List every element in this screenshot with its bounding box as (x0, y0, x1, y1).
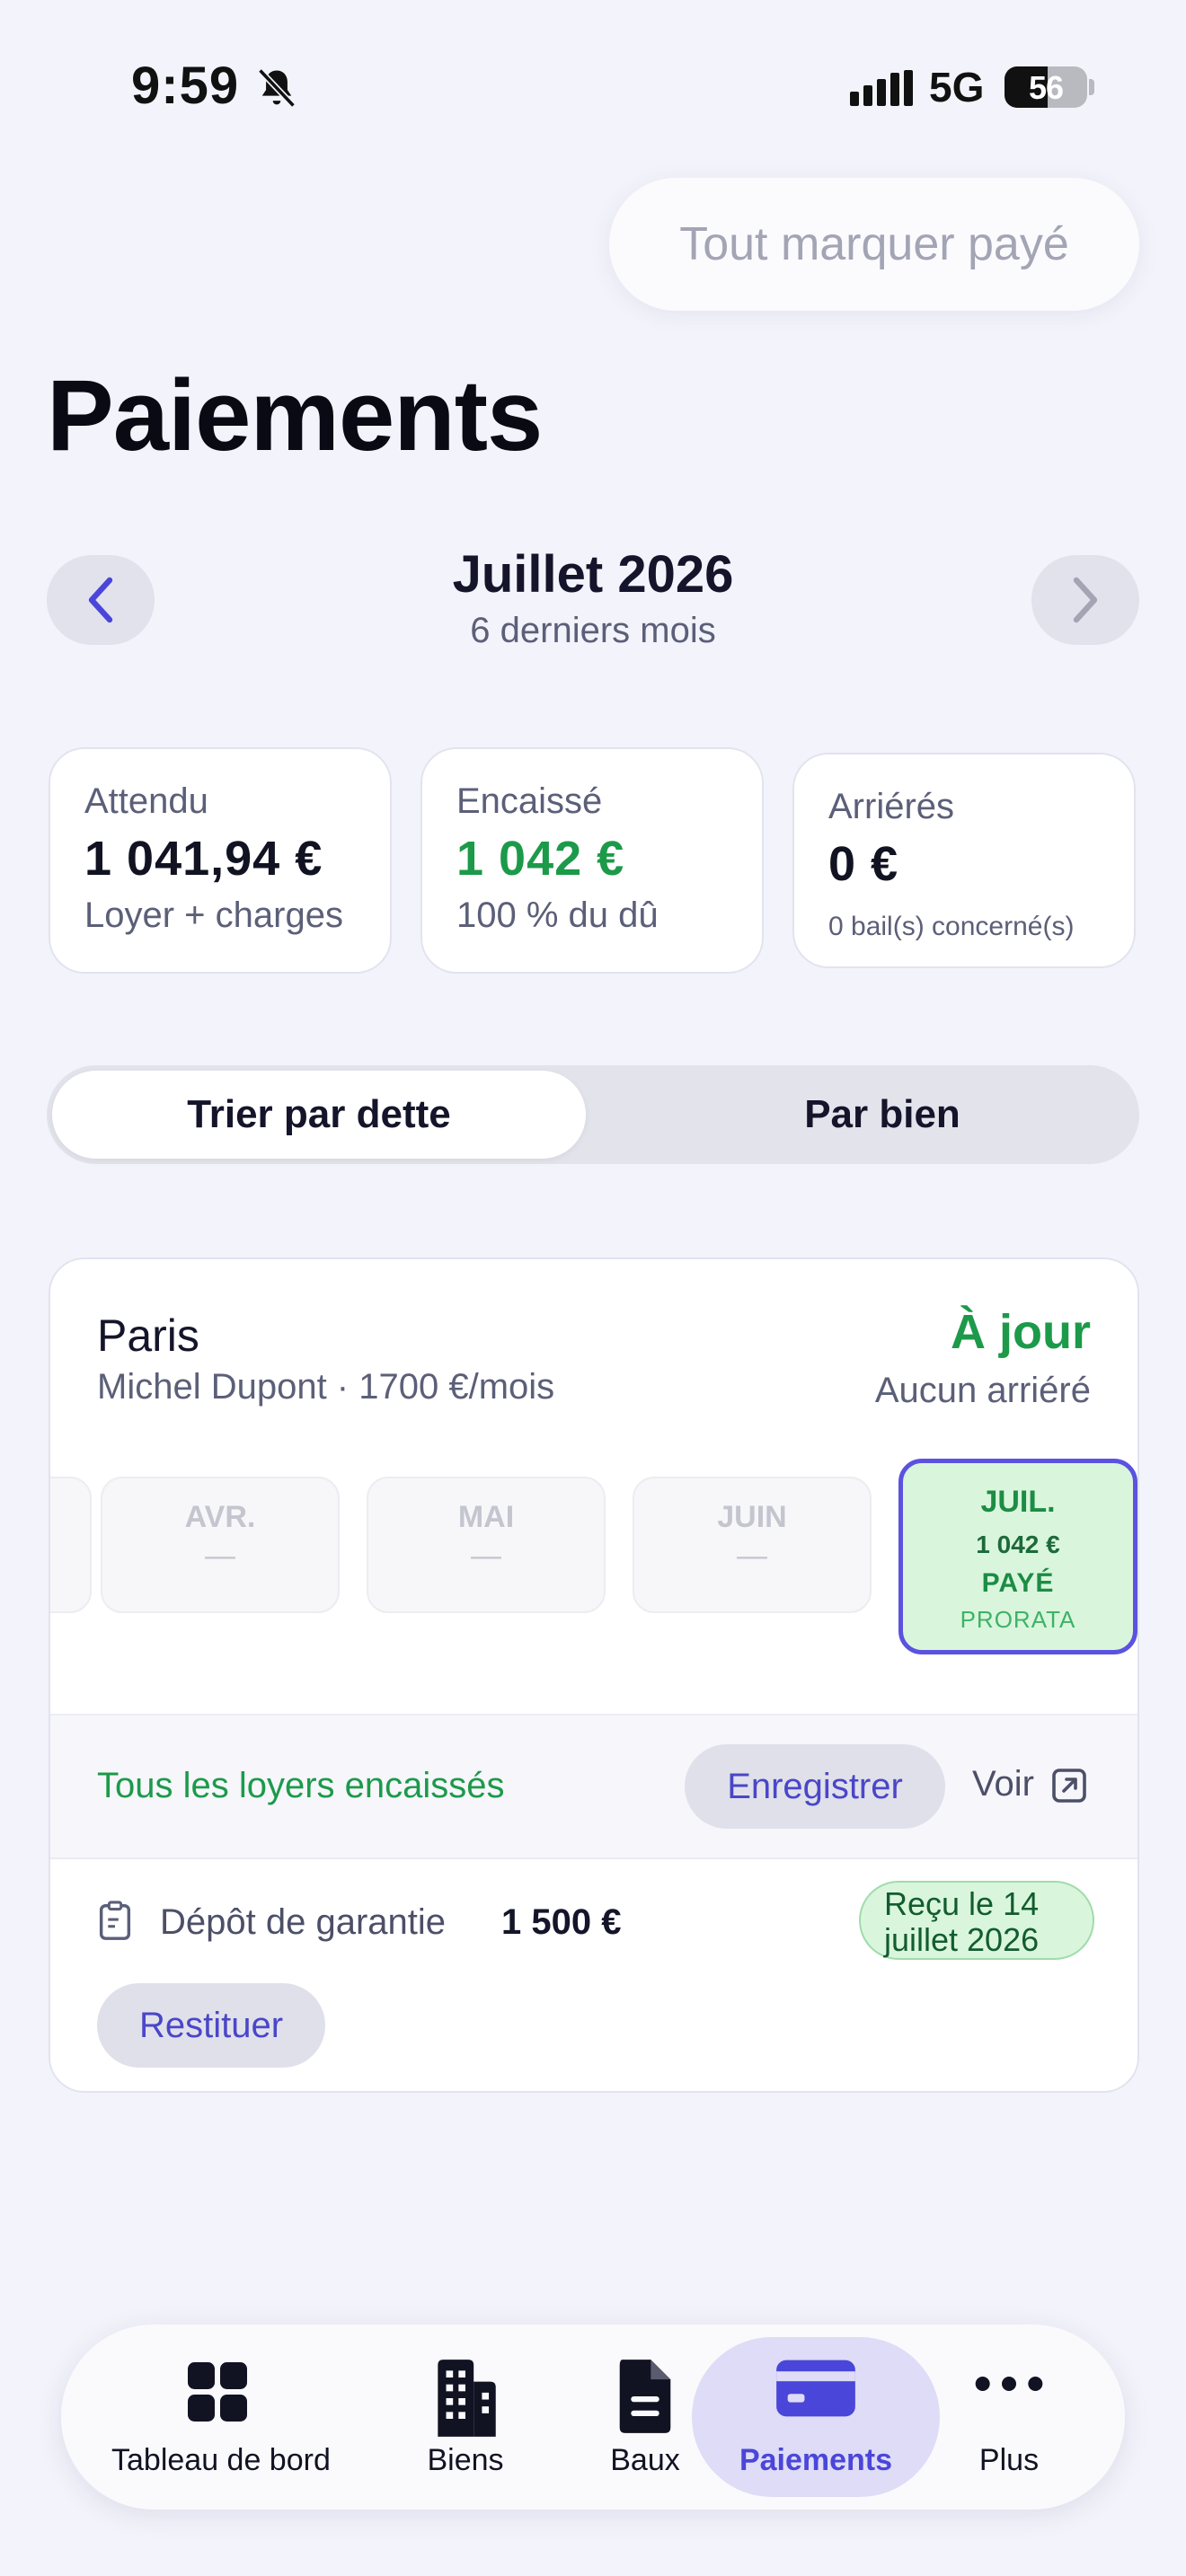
page-title: Paiements (47, 359, 543, 472)
tab-properties[interactable]: Biens (403, 2325, 528, 2510)
mark-all-paid-button[interactable]: Tout marquer payé (609, 178, 1139, 311)
sort-by-debt-option[interactable]: Trier par dette (52, 1071, 586, 1159)
summary-value: 1 041,94 € (84, 832, 323, 886)
month-name: JUIN (717, 1500, 787, 1534)
month-status: PAYÉ (981, 1568, 1055, 1598)
record-payment-button[interactable]: Enregistrer (685, 1744, 945, 1829)
tab-bar: Tableau de bord Biens Baux Paiements Plu… (61, 2325, 1125, 2510)
next-month-button[interactable] (1031, 555, 1139, 645)
battery-level: 56 (1028, 69, 1064, 106)
deposit-label: Dépôt de garantie (160, 1902, 447, 1942)
battery-tip (1089, 79, 1094, 95)
summary-note: 0 bail(s) concerné(s) (828, 912, 1075, 941)
month-value: — (737, 1539, 767, 1573)
deposit-badge-line2: juillet 2026 (884, 1921, 1040, 1958)
month-cell-avr[interactable]: AVR. — (101, 1477, 340, 1613)
summary-card-arrears: Arriérés 0 € 0 bail(s) concerné(s) (792, 753, 1136, 968)
chevron-right-icon (1073, 577, 1098, 623)
month-cell-partial[interactable] (50, 1477, 92, 1613)
building-icon (438, 2360, 496, 2437)
tab-label: Biens (427, 2443, 504, 2477)
tab-dashboard[interactable]: Tableau de bord (111, 2325, 331, 2510)
month-name: MAI (457, 1500, 515, 1534)
deposit-amount: 1 500 € (501, 1902, 622, 1942)
summary-card-expected: Attendu 1 041,94 € Loyer + charges (49, 747, 392, 974)
battery-icon: 56 (1005, 66, 1087, 108)
property-card: Paris Michel Dupont · 1700 €/mois À jour… (49, 1257, 1139, 2093)
tab-leases[interactable]: Baux (582, 2325, 708, 2510)
status-time: 9:59 (131, 57, 240, 115)
deposit-received-badge: Reçu le 14 juillet 2026 (859, 1881, 1094, 1960)
month-value: — (205, 1539, 235, 1573)
month-note: PRORATA (960, 1606, 1076, 1633)
view-link[interactable]: Voir (972, 1764, 1034, 1804)
all-rents-collected: Tous les loyers encaissés (97, 1766, 505, 1805)
summary-value: 0 € (828, 837, 899, 891)
sort-by-property-option[interactable]: Par bien (640, 1071, 1125, 1159)
month-value: — (471, 1539, 501, 1573)
tab-label: Plus (978, 2443, 1040, 2477)
chevron-left-icon (88, 577, 113, 623)
external-link-icon[interactable] (1051, 1768, 1087, 1804)
rent-actions-row: Tous les loyers encaissés Enregistrer Vo… (50, 1714, 1137, 1859)
network-type: 5G (929, 64, 985, 110)
tab-more[interactable]: Plus (960, 2325, 1058, 2510)
payment-status: À jour (951, 1305, 1091, 1359)
tab-label: Paiements (739, 2443, 893, 2477)
current-month: Juillet 2026 (452, 545, 734, 604)
summary-label: Encaissé (456, 781, 603, 821)
restore-deposit-button[interactable]: Restituer (97, 1983, 325, 2068)
card-icon (776, 2360, 855, 2417)
month-amount: 1 042 € (976, 1531, 1060, 1558)
months-strip[interactable]: AVR. — MAI — JUIN — JUIL. 1 042 € PAYÉ P… (50, 1459, 1137, 1658)
month-cell-mai[interactable]: MAI — (367, 1477, 606, 1613)
document-icon (619, 2360, 671, 2433)
tab-label: Baux (610, 2443, 680, 2477)
summary-label: Attendu (84, 781, 208, 821)
tab-label: Tableau de bord (111, 2443, 331, 2477)
deposit-badge-line1: Reçu le 14 (884, 1885, 1040, 1922)
month-cell-juil-current[interactable]: JUIL. 1 042 € PAYÉ PRORATA (898, 1459, 1137, 1654)
month-cell-juin[interactable]: JUIN — (633, 1477, 872, 1613)
tenant-info: Michel Dupont · 1700 €/mois (97, 1367, 555, 1407)
summary-value: 1 042 € (456, 832, 625, 886)
month-name: AVR. (184, 1500, 256, 1534)
sort-segmented-control: Trier par dette Par bien (47, 1065, 1139, 1164)
signal-icon (850, 70, 913, 106)
silent-bell-icon (258, 68, 296, 108)
dashboard-icon (188, 2362, 247, 2422)
summary-label: Arriérés (828, 787, 955, 826)
more-icon (975, 2377, 1043, 2391)
tab-payments[interactable]: Paiements (692, 2337, 940, 2497)
clipboard-icon (99, 1901, 131, 1940)
property-city: Paris (97, 1310, 199, 1361)
summary-note: Loyer + charges (84, 895, 343, 935)
previous-month-button[interactable] (47, 555, 155, 645)
summary-card-collected: Encaissé 1 042 € 100 % du dû (420, 747, 764, 974)
summary-note: 100 % du dû (456, 895, 659, 935)
period-range: 6 derniers mois (470, 611, 716, 650)
arrears-status: Aucun arriéré (874, 1371, 1091, 1410)
month-name: JUIL. (980, 1485, 1056, 1519)
